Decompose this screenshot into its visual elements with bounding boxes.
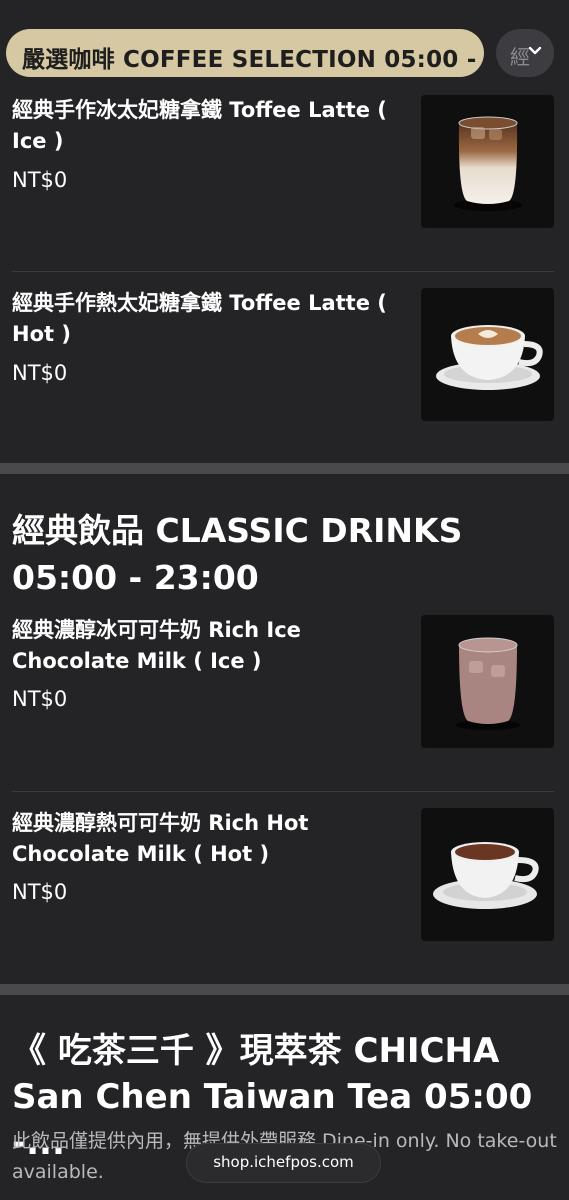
chevron-down-icon[interactable] [527,43,543,59]
item-image-iced-chocolate [421,615,554,748]
section-title-classic-drinks: 經典飲品 CLASSIC DRINKS 05:00 - 23:00 [12,511,463,597]
category-bar: 嚴選咖啡 COFFEE SELECTION 05:00 - 2 經 [0,0,569,98]
item-divider [12,791,554,792]
category-tab-next[interactable]: 經 [496,29,554,77]
item-image-iced-latte [421,95,554,228]
item-divider [12,271,554,272]
category-tab-label: 嚴選咖啡 COFFEE SELECTION 05:00 - 2 [22,47,484,73]
browser-url-bar[interactable]: shop.ichefpos.com [186,1143,381,1183]
item-name: 經典濃醇冰可可牛奶 Rich Ice Chocolate Milk ( Ice … [12,618,301,673]
item-name: 經典濃醇熱可可牛奶 Rich Hot Chocolate Milk ( Hot … [12,811,309,866]
section-divider-band [0,984,569,995]
item-price: NT$0 [12,168,68,192]
category-tab-coffee-selection[interactable]: 嚴選咖啡 COFFEE SELECTION 05:00 - 2 [6,29,484,77]
item-price: NT$0 [12,361,68,385]
item-price: NT$0 [12,880,68,904]
item-name: 經典手作熱太妃糖拿鐵 Toffee Latte ( Hot ) [12,291,387,346]
url-text: shop.ichefpos.com [213,1153,354,1171]
item-name: 經典手作冰太妃糖拿鐵 Toffee Latte ( Ice ) [12,98,387,153]
item-price: NT$0 [12,687,68,711]
section-divider-band [0,463,569,474]
item-image-hot-latte [421,288,554,421]
item-image-hot-chocolate [421,808,554,941]
